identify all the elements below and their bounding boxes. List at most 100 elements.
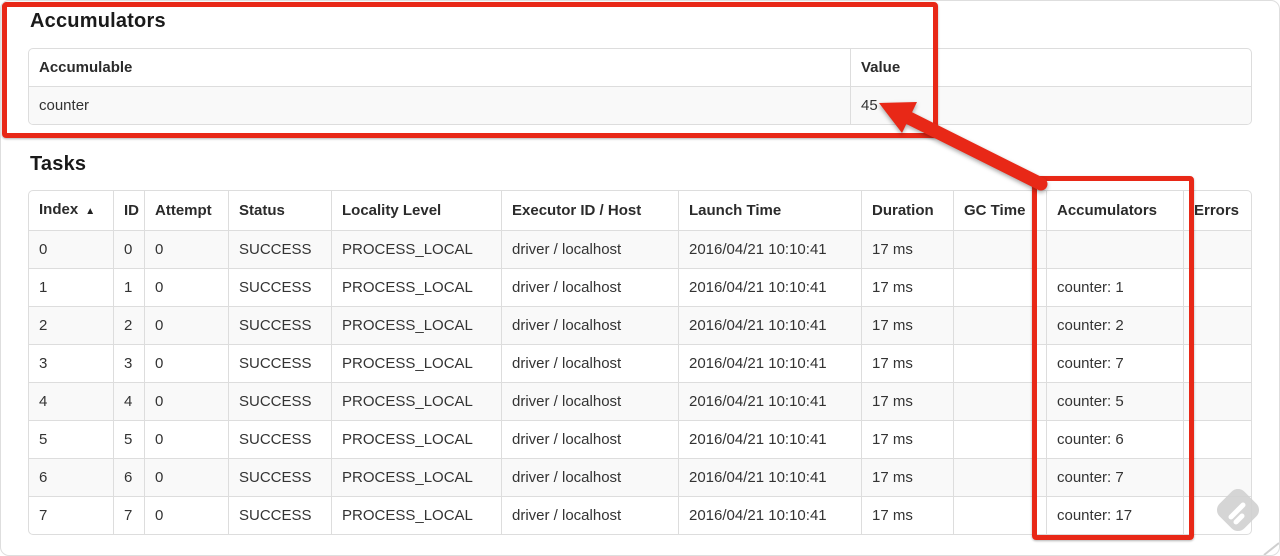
task-id-cell: 0 [113, 230, 144, 268]
task-gc-time-cell [953, 344, 1046, 382]
task-gc-time-cell [953, 230, 1046, 268]
task-launch-time-cell: 2016/04/21 10:10:41 [678, 344, 861, 382]
task-row: 0 0 0 SUCCESS PROCESS_LOCAL driver / loc… [29, 230, 1251, 268]
task-accumulators-cell: counter: 7 [1046, 458, 1183, 496]
errors-column-header[interactable]: Errors [1183, 191, 1251, 230]
task-errors-cell [1183, 458, 1251, 496]
task-errors-cell [1183, 420, 1251, 458]
task-duration-cell: 17 ms [861, 306, 953, 344]
task-duration-cell: 17 ms [861, 496, 953, 534]
task-executor-cell: driver / localhost [501, 496, 678, 534]
attempt-column-header[interactable]: Attempt [144, 191, 228, 230]
task-id-cell: 3 [113, 344, 144, 382]
task-status-cell: SUCCESS [228, 230, 331, 268]
task-gc-time-cell [953, 306, 1046, 344]
task-launch-time-cell: 2016/04/21 10:10:41 [678, 268, 861, 306]
task-status-cell: SUCCESS [228, 420, 331, 458]
task-accumulators-cell: counter: 1 [1046, 268, 1183, 306]
task-executor-cell: driver / localhost [501, 420, 678, 458]
tasks-header-row: Index ▲ ID Attempt Status Locality Level … [29, 191, 1251, 230]
task-accumulators-cell: counter: 17 [1046, 496, 1183, 534]
task-errors-cell [1183, 268, 1251, 306]
task-attempt-cell: 0 [144, 230, 228, 268]
accumulators-header-row: Accumulable Value [29, 49, 1251, 86]
corner-resize-mark [1263, 542, 1280, 556]
accumulators-column-header[interactable]: Accumulators [1046, 191, 1183, 230]
task-accumulators-cell: counter: 7 [1046, 344, 1183, 382]
task-row: 4 4 0 SUCCESS PROCESS_LOCAL driver / loc… [29, 382, 1251, 420]
locality-level-column-header[interactable]: Locality Level [331, 191, 501, 230]
task-index-cell: 6 [29, 458, 113, 496]
task-index-cell: 7 [29, 496, 113, 534]
task-row: 3 3 0 SUCCESS PROCESS_LOCAL driver / loc… [29, 344, 1251, 382]
task-locality-cell: PROCESS_LOCAL [331, 306, 501, 344]
task-gc-time-cell [953, 382, 1046, 420]
task-attempt-cell: 0 [144, 306, 228, 344]
task-index-cell: 1 [29, 268, 113, 306]
value-column-header: Value [850, 49, 1251, 86]
accumulator-value-cell: 45 [850, 86, 1251, 124]
task-id-cell: 6 [113, 458, 144, 496]
task-attempt-cell: 0 [144, 420, 228, 458]
sort-ascending-icon: ▲ [85, 206, 96, 217]
task-index-cell: 3 [29, 344, 113, 382]
task-status-cell: SUCCESS [228, 496, 331, 534]
task-id-cell: 7 [113, 496, 144, 534]
task-duration-cell: 17 ms [861, 420, 953, 458]
task-duration-cell: 17 ms [861, 268, 953, 306]
task-launch-time-cell: 2016/04/21 10:10:41 [678, 230, 861, 268]
duration-column-header[interactable]: Duration [861, 191, 953, 230]
task-locality-cell: PROCESS_LOCAL [331, 344, 501, 382]
index-column-header[interactable]: Index ▲ [29, 191, 113, 230]
task-index-cell: 2 [29, 306, 113, 344]
accumulators-section-title: Accumulators [30, 10, 166, 32]
task-id-cell: 1 [113, 268, 144, 306]
task-errors-cell [1183, 306, 1251, 344]
task-executor-cell: driver / localhost [501, 268, 678, 306]
executor-id-host-column-header[interactable]: Executor ID / Host [501, 191, 678, 230]
task-attempt-cell: 0 [144, 344, 228, 382]
task-id-cell: 5 [113, 420, 144, 458]
task-gc-time-cell [953, 496, 1046, 534]
task-locality-cell: PROCESS_LOCAL [331, 496, 501, 534]
task-id-cell: 2 [113, 306, 144, 344]
task-launch-time-cell: 2016/04/21 10:10:41 [678, 458, 861, 496]
task-attempt-cell: 0 [144, 458, 228, 496]
task-id-cell: 4 [113, 382, 144, 420]
id-column-header[interactable]: ID [113, 191, 144, 230]
task-accumulators-cell: counter: 5 [1046, 382, 1183, 420]
task-status-cell: SUCCESS [228, 382, 331, 420]
task-index-cell: 5 [29, 420, 113, 458]
index-column-label: Index [39, 201, 79, 218]
task-row: 7 7 0 SUCCESS PROCESS_LOCAL driver / loc… [29, 496, 1251, 534]
tasks-table-body: 0 0 0 SUCCESS PROCESS_LOCAL driver / loc… [29, 230, 1251, 534]
task-attempt-cell: 0 [144, 496, 228, 534]
task-row: 1 1 0 SUCCESS PROCESS_LOCAL driver / loc… [29, 268, 1251, 306]
task-duration-cell: 17 ms [861, 344, 953, 382]
task-locality-cell: PROCESS_LOCAL [331, 458, 501, 496]
task-executor-cell: driver / localhost [501, 230, 678, 268]
task-executor-cell: driver / localhost [501, 382, 678, 420]
accumulator-row: counter 45 [29, 86, 1251, 124]
task-gc-time-cell [953, 420, 1046, 458]
gc-time-column-header[interactable]: GC Time [953, 191, 1046, 230]
task-duration-cell: 17 ms [861, 230, 953, 268]
task-status-cell: SUCCESS [228, 344, 331, 382]
tasks-section-title: Tasks [30, 153, 87, 175]
task-row: 5 5 0 SUCCESS PROCESS_LOCAL driver / loc… [29, 420, 1251, 458]
task-duration-cell: 17 ms [861, 458, 953, 496]
task-executor-cell: driver / localhost [501, 344, 678, 382]
accumulators-table: Accumulable Value counter 45 [28, 48, 1252, 125]
task-gc-time-cell [953, 458, 1046, 496]
task-row: 2 2 0 SUCCESS PROCESS_LOCAL driver / loc… [29, 306, 1251, 344]
task-executor-cell: driver / localhost [501, 306, 678, 344]
task-locality-cell: PROCESS_LOCAL [331, 230, 501, 268]
task-locality-cell: PROCESS_LOCAL [331, 268, 501, 306]
task-launch-time-cell: 2016/04/21 10:10:41 [678, 306, 861, 344]
status-column-header[interactable]: Status [228, 191, 331, 230]
task-locality-cell: PROCESS_LOCAL [331, 382, 501, 420]
task-row: 6 6 0 SUCCESS PROCESS_LOCAL driver / loc… [29, 458, 1251, 496]
task-locality-cell: PROCESS_LOCAL [331, 420, 501, 458]
task-accumulators-cell: counter: 2 [1046, 306, 1183, 344]
launch-time-column-header[interactable]: Launch Time [678, 191, 861, 230]
